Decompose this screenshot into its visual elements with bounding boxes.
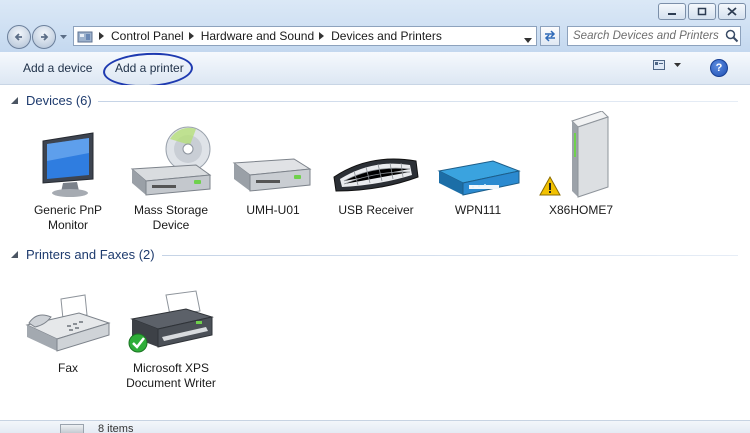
group-divider	[162, 255, 738, 256]
device-label: UMH-U01	[246, 203, 300, 217]
computer-tower-icon	[533, 111, 629, 199]
search-icon[interactable]	[725, 29, 739, 43]
add-printer-button[interactable]: Add a printer	[115, 61, 184, 75]
close-icon	[727, 7, 737, 16]
device-label: Mass Storage Device	[133, 203, 209, 232]
device-label: X86HOME7	[548, 203, 614, 217]
breadcrumb-separator[interactable]	[188, 32, 194, 40]
chevron-down-icon	[524, 38, 532, 43]
devices-group-title: Devices (6)	[26, 93, 92, 108]
chevron-down-icon	[59, 34, 67, 39]
close-button[interactable]	[718, 3, 746, 20]
printers-group-title: Printers and Faxes (2)	[26, 247, 155, 262]
device-usb-receiver[interactable]: USB Receiver	[328, 119, 424, 218]
content-pane: Devices (6) Generic PnP Monitor Mass Sto…	[0, 85, 750, 432]
device-label: Generic PnP Monitor	[33, 203, 103, 232]
breadcrumb-separator[interactable]	[319, 32, 325, 40]
drive-icon	[225, 119, 321, 199]
breadcrumb-devices-and-printers[interactable]: Devices and Printers	[331, 29, 442, 43]
chevron-right-icon	[188, 32, 194, 40]
monitor-icon	[20, 119, 116, 199]
search-input[interactable]	[568, 29, 725, 43]
address-history-dropdown[interactable]	[524, 32, 532, 46]
maximize-button[interactable]	[688, 3, 716, 20]
device-generic-pnp-monitor[interactable]: Generic PnP Monitor	[20, 119, 116, 233]
title-bar: Control Panel Hardware and Sound Devices…	[0, 0, 750, 52]
add-device-button[interactable]: Add a device	[23, 61, 92, 75]
device-label: USB Receiver	[338, 203, 414, 217]
router-icon	[430, 119, 526, 199]
printers-group-header[interactable]: Printers and Faxes (2)	[11, 247, 155, 262]
printer-label: Fax	[57, 361, 78, 375]
forward-button[interactable]	[32, 25, 56, 49]
device-label: WPN111	[454, 203, 502, 217]
recent-pages-dropdown[interactable]	[59, 34, 67, 40]
device-mass-storage[interactable]: Mass Storage Device	[123, 119, 219, 233]
printer-microsoft-xps-document-writer[interactable]: Microsoft XPS Document Writer	[123, 277, 219, 391]
device-umh-u01[interactable]: UMH-U01	[225, 119, 321, 218]
devices-group-header[interactable]: Devices (6)	[11, 93, 92, 108]
device-x86home7[interactable]: X86HOME7	[533, 111, 629, 218]
fax-icon	[20, 277, 116, 357]
control-panel-icon	[76, 28, 94, 44]
command-bar: Add a device Add a printer	[0, 52, 750, 85]
keyboard-icon	[328, 119, 424, 199]
printer-label: Microsoft XPS Document Writer	[126, 361, 216, 390]
device-wpn111[interactable]: WPN111	[430, 119, 526, 218]
printer-fax[interactable]: Fax	[20, 277, 116, 376]
mass-storage-icon	[123, 119, 219, 199]
window-controls	[658, 3, 746, 20]
breadcrumb-control-panel[interactable]: Control Panel	[111, 29, 184, 43]
change-view-button[interactable]	[653, 60, 681, 70]
group-divider	[98, 101, 738, 102]
breadcrumb-separator[interactable]	[99, 32, 104, 40]
breadcrumb-hardware-and-sound[interactable]: Hardware and Sound	[201, 29, 314, 43]
restore-icon	[697, 7, 707, 16]
minimize-icon	[668, 12, 676, 15]
chevron-down-icon	[674, 62, 681, 67]
back-button[interactable]	[7, 25, 31, 49]
view-icon	[653, 60, 665, 70]
help-button[interactable]: ?	[710, 59, 728, 77]
refresh-button[interactable]	[540, 26, 560, 46]
back-arrow-icon	[14, 33, 22, 41]
item-count: 8 items	[98, 424, 134, 432]
chevron-right-icon	[319, 32, 325, 40]
forward-arrow-icon	[41, 33, 49, 41]
minimize-button[interactable]	[658, 3, 686, 20]
collapse-triangle-icon[interactable]	[11, 96, 21, 105]
collapse-triangle-icon[interactable]	[11, 250, 21, 259]
printer-icon	[123, 277, 219, 357]
navigation-buttons	[7, 25, 67, 49]
address-bar[interactable]: Control Panel Hardware and Sound Devices…	[73, 26, 537, 46]
refresh-icon	[544, 30, 556, 42]
search-box[interactable]	[567, 26, 741, 46]
chevron-right-icon	[99, 32, 104, 40]
